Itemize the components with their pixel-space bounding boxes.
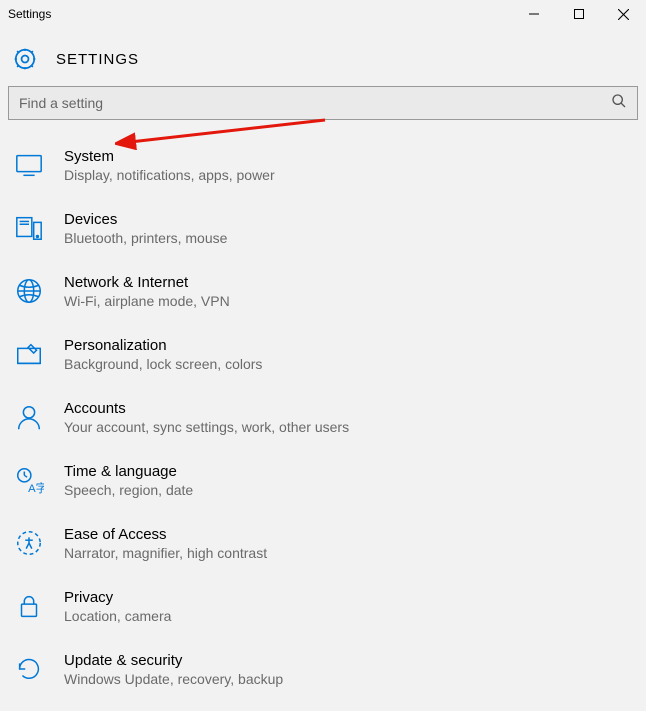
category-title: Devices: [64, 211, 227, 228]
category-text: Devices Bluetooth, printers, mouse: [64, 211, 227, 246]
category-text: Accounts Your account, sync settings, wo…: [64, 400, 349, 435]
category-desc: Bluetooth, printers, mouse: [64, 230, 227, 246]
time-language-icon: A字: [12, 463, 46, 497]
maximize-button[interactable]: [556, 0, 601, 28]
header: SETTINGS: [0, 28, 646, 86]
category-desc: Your account, sync settings, work, other…: [64, 419, 349, 435]
category-title: System: [64, 148, 275, 165]
category-title: Network & Internet: [64, 274, 230, 291]
window-controls: [511, 0, 646, 28]
lock-icon: [12, 589, 46, 623]
minimize-button[interactable]: [511, 0, 556, 28]
devices-icon: [12, 211, 46, 245]
gear-icon: [8, 42, 42, 76]
search-input[interactable]: [19, 95, 611, 111]
paint-icon: [12, 337, 46, 371]
category-title: Accounts: [64, 400, 349, 417]
category-desc: Windows Update, recovery, backup: [64, 671, 283, 687]
display-icon: [12, 148, 46, 182]
category-personalization[interactable]: Personalization Background, lock screen,…: [0, 323, 646, 386]
search-icon: [611, 93, 627, 114]
category-title: Ease of Access: [64, 526, 267, 543]
category-desc: Display, notifications, apps, power: [64, 167, 275, 183]
ease-of-access-icon: [12, 526, 46, 560]
titlebar-text: Settings: [8, 7, 51, 21]
category-text: Ease of Access Narrator, magnifier, high…: [64, 526, 267, 561]
category-desc: Wi-Fi, airplane mode, VPN: [64, 293, 230, 309]
category-desc: Location, camera: [64, 608, 171, 624]
category-update[interactable]: Update & security Windows Update, recove…: [0, 638, 646, 701]
update-icon: [12, 652, 46, 686]
category-time[interactable]: A字 Time & language Speech, region, date: [0, 449, 646, 512]
category-desc: Narrator, magnifier, high contrast: [64, 545, 267, 561]
category-text: Network & Internet Wi-Fi, airplane mode,…: [64, 274, 230, 309]
category-desc: Speech, region, date: [64, 482, 193, 498]
category-title: Time & language: [64, 463, 193, 480]
category-text: Privacy Location, camera: [64, 589, 171, 624]
category-system[interactable]: System Display, notifications, apps, pow…: [0, 134, 646, 197]
category-text: System Display, notifications, apps, pow…: [64, 148, 275, 183]
categories-list: System Display, notifications, apps, pow…: [0, 126, 646, 709]
category-title: Privacy: [64, 589, 171, 606]
category-ease[interactable]: Ease of Access Narrator, magnifier, high…: [0, 512, 646, 575]
svg-text:A字: A字: [28, 481, 44, 495]
category-devices[interactable]: Devices Bluetooth, printers, mouse: [0, 197, 646, 260]
category-text: Personalization Background, lock screen,…: [64, 337, 262, 372]
category-desc: Background, lock screen, colors: [64, 356, 262, 372]
page-title: SETTINGS: [56, 51, 139, 68]
category-text: Update & security Windows Update, recove…: [64, 652, 283, 687]
search-box[interactable]: [8, 86, 638, 120]
category-network[interactable]: Network & Internet Wi-Fi, airplane mode,…: [0, 260, 646, 323]
category-title: Personalization: [64, 337, 262, 354]
category-text: Time & language Speech, region, date: [64, 463, 193, 498]
globe-icon: [12, 274, 46, 308]
category-privacy[interactable]: Privacy Location, camera: [0, 575, 646, 638]
close-button[interactable]: [601, 0, 646, 28]
category-accounts[interactable]: Accounts Your account, sync settings, wo…: [0, 386, 646, 449]
person-icon: [12, 400, 46, 434]
titlebar: Settings: [0, 0, 646, 28]
category-title: Update & security: [64, 652, 283, 669]
